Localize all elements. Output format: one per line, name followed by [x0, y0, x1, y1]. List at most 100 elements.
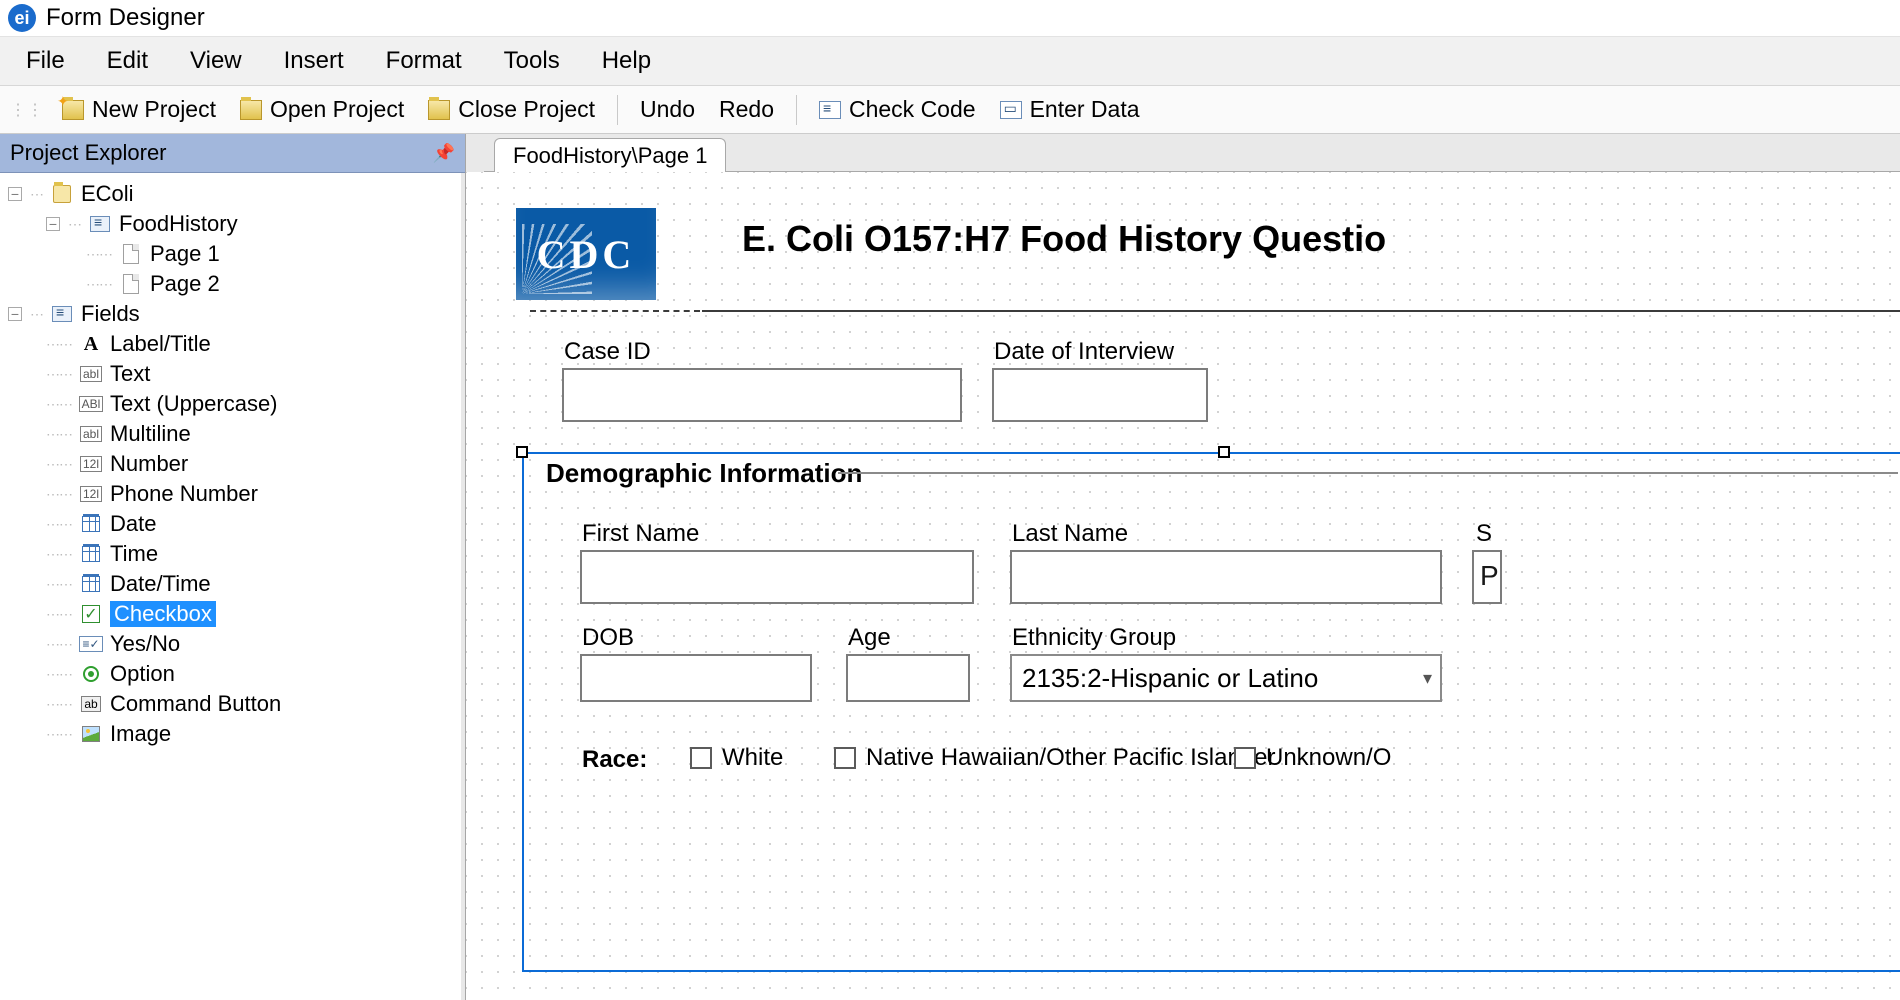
race-unknown-label: Unknown/O — [1266, 744, 1391, 772]
menu-insert[interactable]: Insert — [284, 47, 344, 75]
check-code-button[interactable]: Check Code — [811, 92, 984, 127]
field-type-number[interactable]: ⋯⋯12lNumber — [8, 449, 453, 479]
design-canvas-area: FoodHistory\Page 1 CDC E. Coli O157:H7 F… — [466, 134, 1900, 1000]
menu-help[interactable]: Help — [602, 47, 651, 75]
field-type-checkbox[interactable]: ⋯⋯✓Checkbox — [8, 599, 453, 629]
tab-page[interactable]: FoodHistory\Page 1 — [494, 138, 726, 173]
image-icon — [82, 726, 100, 742]
demographic-title[interactable]: Demographic Information — [540, 458, 868, 489]
enter-data-icon — [1000, 101, 1022, 119]
field-type-label: Time — [110, 541, 158, 567]
field-type-image[interactable]: ⋯⋯Image — [8, 719, 453, 749]
project-tree: − ⋯ EColi − ⋯ FoodHistory ⋯⋯ Page 1 — [0, 173, 465, 1000]
yesno-icon: ≡✓ — [79, 636, 102, 652]
last-name-label[interactable]: Last Name — [1012, 520, 1128, 548]
demographic-group[interactable] — [522, 452, 1900, 972]
collapse-icon[interactable]: − — [8, 187, 22, 201]
page-icon — [123, 274, 139, 294]
date-interview-field[interactable] — [992, 368, 1208, 422]
last-name-field[interactable] — [1010, 550, 1442, 604]
close-project-button[interactable]: Close Project — [420, 92, 603, 127]
date-icon — [82, 516, 100, 532]
undo-button[interactable]: Undo — [632, 92, 703, 127]
collapse-icon[interactable]: − — [8, 307, 22, 321]
first-name-label[interactable]: First Name — [582, 520, 699, 548]
ethnicity-dropdown[interactable]: 2135:2-Hispanic or Latino ▾ — [1010, 654, 1442, 702]
field-type-label: Checkbox — [110, 601, 216, 627]
field-type-label[interactable]: ⋯⋯ALabel/Title — [8, 329, 453, 359]
open-project-icon — [240, 100, 262, 120]
case-id-label[interactable]: Case ID — [564, 338, 651, 366]
time-icon — [82, 546, 100, 562]
ethnicity-label[interactable]: Ethnicity Group — [1012, 624, 1176, 652]
checkbox-icon — [690, 747, 712, 769]
menu-file[interactable]: File — [26, 47, 65, 75]
divider — [702, 310, 1900, 312]
case-id-field[interactable] — [562, 368, 962, 422]
phone-icon: 12l — [80, 486, 102, 502]
menu-edit[interactable]: Edit — [107, 47, 148, 75]
design-canvas[interactable]: CDC E. Coli O157:H7 Food History Questio… — [466, 172, 1900, 1000]
field-type-command[interactable]: ⋯⋯abCommand Button — [8, 689, 453, 719]
field-type-text[interactable]: ⋯⋯ablText — [8, 359, 453, 389]
tree-project-label: EColi — [81, 181, 134, 207]
datetime-icon — [82, 576, 100, 592]
text-icon: abl — [80, 366, 102, 382]
dob-field[interactable] — [580, 654, 812, 702]
field-type-yesno[interactable]: ⋯⋯≡✓Yes/No — [8, 629, 453, 659]
field-type-option[interactable]: ⋯⋯Option — [8, 659, 453, 689]
label-icon: A — [84, 333, 98, 356]
enter-data-button[interactable]: Enter Data — [992, 92, 1148, 127]
database-icon — [53, 185, 71, 203]
fields-icon — [52, 306, 72, 322]
open-project-button[interactable]: Open Project — [232, 92, 412, 127]
selection-handle[interactable] — [516, 446, 528, 458]
field-type-label: Image — [110, 721, 171, 747]
checkbox-icon — [834, 747, 856, 769]
title-bar: ei Form Designer — [0, 0, 1900, 36]
race-unknown-checkbox[interactable]: Unknown/O — [1234, 744, 1391, 772]
race-label[interactable]: Race: — [582, 746, 647, 774]
field-type-label: Phone Number — [110, 481, 258, 507]
multiline-icon: abl — [80, 426, 102, 442]
group-divider — [838, 472, 1898, 474]
age-field[interactable] — [846, 654, 970, 702]
checkbox-icon: ✓ — [82, 605, 100, 623]
tree-form-label: FoodHistory — [119, 211, 238, 237]
tree-fields[interactable]: − ⋯ Fields — [8, 299, 453, 329]
race-nhpi-checkbox[interactable]: Native Hawaiian/Other Pacific Islander — [834, 744, 1276, 772]
toolbar-grip-icon: ⋮⋮ — [8, 100, 46, 120]
field-type-phone[interactable]: ⋯⋯12lPhone Number — [8, 479, 453, 509]
field-type-date[interactable]: ⋯⋯Date — [8, 509, 453, 539]
tree-project[interactable]: − ⋯ EColi — [8, 179, 453, 209]
selection-handle[interactable] — [1218, 446, 1230, 458]
truncated-s-label[interactable]: S — [1476, 520, 1492, 548]
menu-format[interactable]: Format — [386, 47, 462, 75]
dob-label[interactable]: DOB — [582, 624, 634, 652]
race-white-checkbox[interactable]: White — [690, 744, 783, 772]
form-title-label[interactable]: E. Coli O157:H7 Food History Questio — [742, 218, 1386, 260]
field-type-datetime[interactable]: ⋯⋯Date/Time — [8, 569, 453, 599]
age-label[interactable]: Age — [848, 624, 891, 652]
menu-view[interactable]: View — [190, 47, 242, 75]
first-name-field[interactable] — [580, 550, 974, 604]
project-explorer-header: Project Explorer 📌 — [0, 134, 465, 173]
tab-strip: FoodHistory\Page 1 — [466, 134, 1900, 172]
redo-button[interactable]: Redo — [711, 92, 782, 127]
pin-icon[interactable]: 📌 — [433, 143, 455, 164]
tree-form[interactable]: − ⋯ FoodHistory — [8, 209, 453, 239]
enter-data-label: Enter Data — [1030, 96, 1140, 123]
field-type-text_upper[interactable]: ⋯⋯ABlText (Uppercase) — [8, 389, 453, 419]
date-interview-label[interactable]: Date of Interview — [994, 338, 1174, 366]
collapse-icon[interactable]: − — [46, 217, 60, 231]
tree-page-1[interactable]: ⋯⋯ Page 1 — [8, 239, 453, 269]
check-code-icon — [819, 101, 841, 119]
field-type-label: Date/Time — [110, 571, 211, 597]
new-project-button[interactable]: New Project — [54, 92, 224, 127]
field-type-time[interactable]: ⋯⋯Time — [8, 539, 453, 569]
option-icon — [83, 666, 99, 682]
field-type-label: Command Button — [110, 691, 281, 717]
menu-tools[interactable]: Tools — [504, 47, 560, 75]
field-type-multiline[interactable]: ⋯⋯ablMultiline — [8, 419, 453, 449]
tree-page-2[interactable]: ⋯⋯ Page 2 — [8, 269, 453, 299]
